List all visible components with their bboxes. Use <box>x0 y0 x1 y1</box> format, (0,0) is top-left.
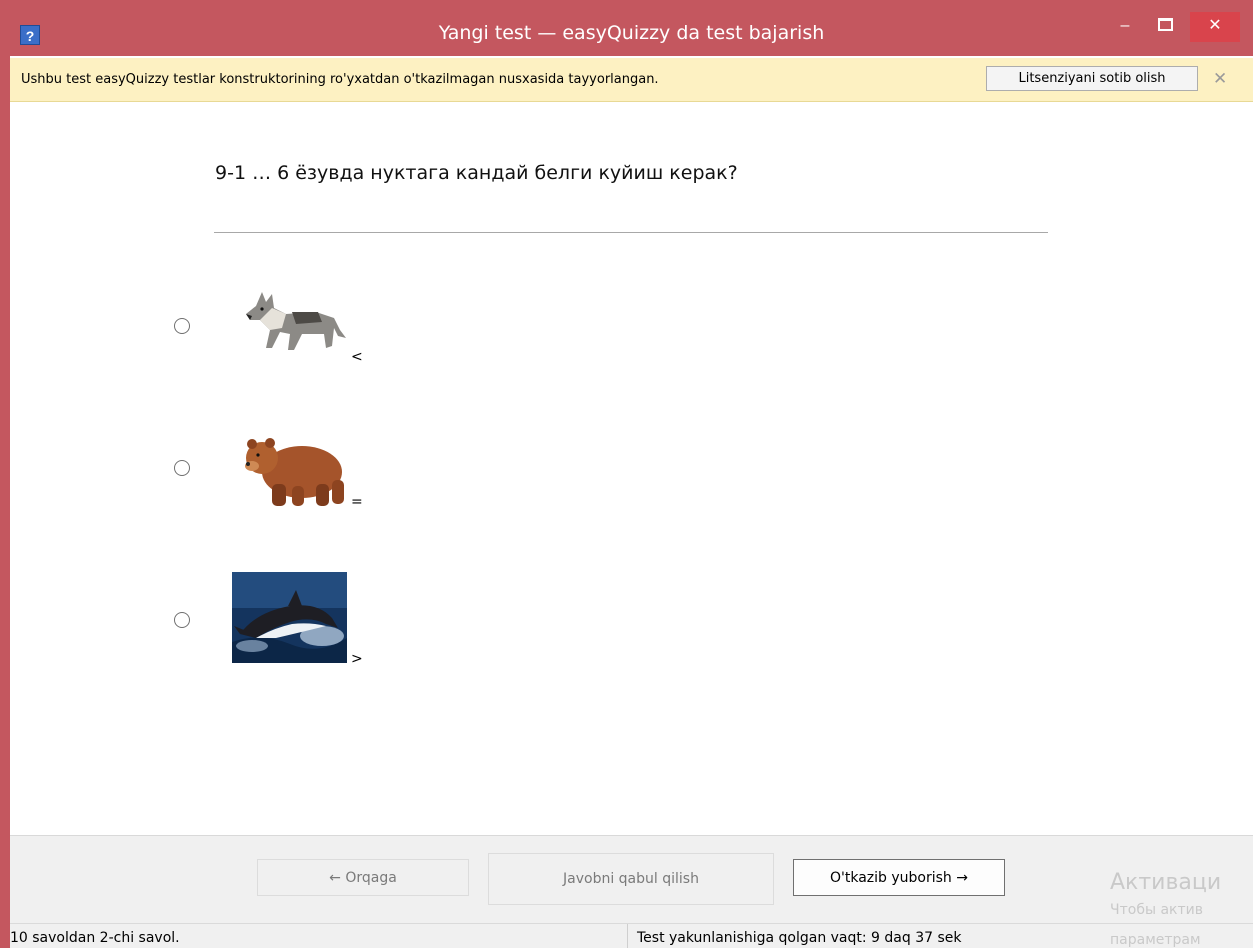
notice-text: Ushbu test easyQuizzy testlar konstrukto… <box>21 72 659 87</box>
skip-button[interactable]: O'tkazib yuborish → <box>793 859 1005 896</box>
option-label-2: = <box>351 494 363 510</box>
accept-answer-button[interactable]: Javobni qabul qilish <box>488 853 774 905</box>
maximize-button[interactable] <box>1150 12 1180 42</box>
answer-radio-2[interactable] <box>174 460 190 476</box>
status-bar: 10 savoldan 2-chi savol. Test yakunlanis… <box>10 923 1253 948</box>
option-label-1: < <box>351 349 363 365</box>
question-divider <box>214 232 1048 233</box>
question-text: 9-1 … 6 ёзувда нуктага кандай белги куйи… <box>215 162 738 184</box>
answer-radio-1[interactable] <box>174 318 190 334</box>
option-label-3: > <box>351 651 363 667</box>
wolf-image <box>246 292 346 350</box>
window-title: Yangi test — easyQuizzy da test bajarish <box>438 22 825 44</box>
maximize-icon <box>1157 17 1173 31</box>
activation-watermark-title: Активаци <box>1110 870 1222 895</box>
dolphin-image <box>232 572 347 663</box>
buy-license-button[interactable]: Litsenziyani sotib olish <box>986 66 1198 91</box>
unregistered-notice-bar: Ushbu test easyQuizzy testlar konstrukto… <box>10 58 1253 102</box>
minimize-button[interactable]: – <box>1110 12 1140 42</box>
activation-watermark-line: Чтобы актив <box>1110 902 1203 918</box>
activation-watermark-line: параметрам <box>1110 932 1201 948</box>
notice-close-icon[interactable]: ✕ <box>1213 69 1227 89</box>
close-button[interactable]: ✕ <box>1190 12 1240 42</box>
time-remaining: Test yakunlanishiga qolgan vaqt: 9 daq 3… <box>637 930 962 946</box>
title-bar: ? Yangi test — easyQuizzy da test bajari… <box>10 12 1253 56</box>
answer-radio-3[interactable] <box>174 612 190 628</box>
status-divider <box>627 924 628 948</box>
question-progress: 10 savoldan 2-chi savol. <box>10 930 180 946</box>
quiz-window: ? Yangi test — easyQuizzy da test bajari… <box>10 12 1253 948</box>
bear-image <box>245 438 344 506</box>
back-button[interactable]: ← Orqaga <box>257 859 469 896</box>
